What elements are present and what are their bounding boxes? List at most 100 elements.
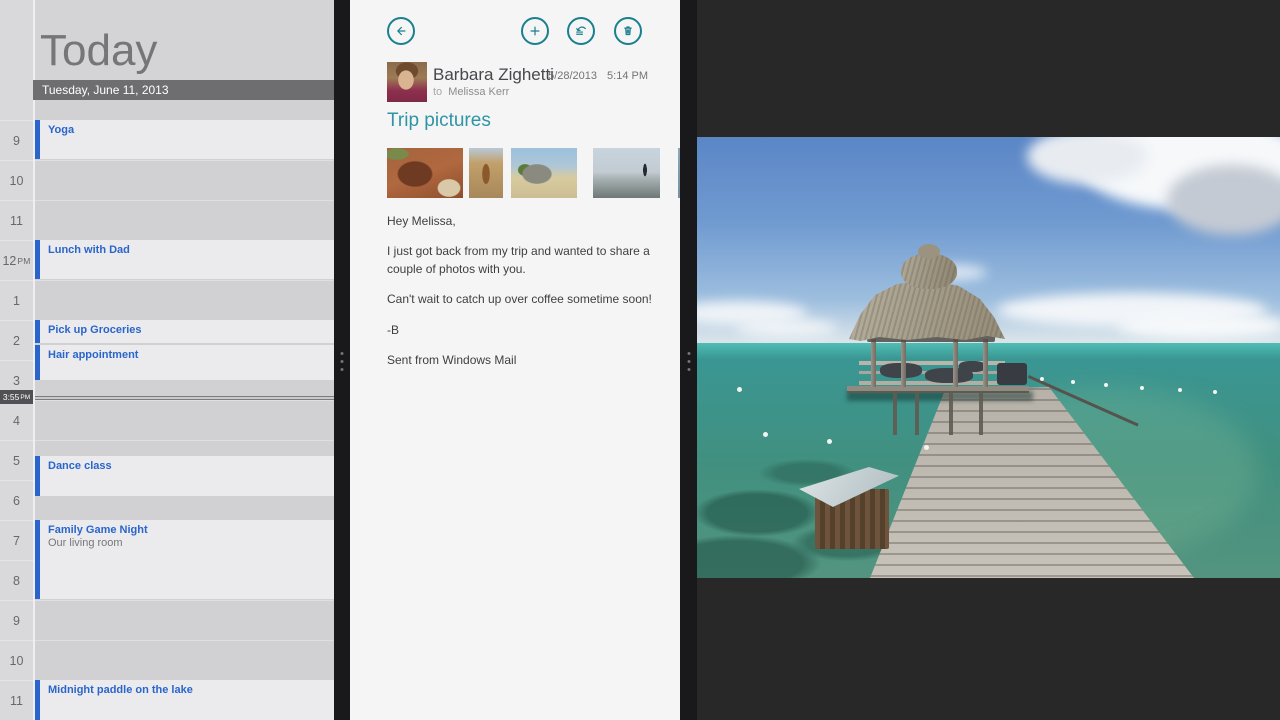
calendar-grid: 9101112PM1234567891011YogaLunch with Dad… <box>0 100 334 720</box>
back-arrow-icon <box>391 21 411 41</box>
photo-buoy <box>1040 377 1044 381</box>
photo-hut-post <box>953 339 958 387</box>
body-paragraph: Hey Melissa, <box>387 213 659 230</box>
photo-hut-post <box>983 339 988 387</box>
photo-buoy <box>763 432 768 437</box>
photos-app-panel <box>697 0 1280 720</box>
event-title: Hair appointment <box>48 349 334 361</box>
half-hour-row <box>0 100 334 120</box>
message-time: 5:14 PM <box>607 70 648 82</box>
snap-divider-right[interactable] <box>680 0 697 720</box>
calendar-event[interactable]: Yoga <box>35 120 334 159</box>
photo-buoy <box>924 445 929 450</box>
cloud <box>1117 313 1280 339</box>
attachment-thumbnail-giraffe-photo[interactable] <box>469 148 503 198</box>
plus-icon <box>525 21 545 41</box>
photo-buoy <box>827 439 832 444</box>
event-title: Yoga <box>48 124 334 136</box>
grid-cell[interactable] <box>35 280 334 320</box>
hour-label: 9 <box>0 120 33 160</box>
hour-row: 9 <box>0 600 334 640</box>
attachments-row <box>387 148 680 198</box>
hour-label: 10 <box>0 640 33 680</box>
grid-cell[interactable] <box>35 400 334 440</box>
hour-row: 10 <box>0 160 334 200</box>
hour-label: 2 <box>0 320 33 360</box>
trash-icon <box>618 21 638 41</box>
hour-label: 4 <box>0 400 33 440</box>
grid-cell[interactable] <box>35 640 334 680</box>
snap-divider-left[interactable] <box>334 0 350 720</box>
photo-hut-post <box>871 339 876 387</box>
attachment-thumbnail-calm-beach-photo[interactable] <box>593 148 660 198</box>
attachment-thumbnail-elephant-photo[interactable] <box>387 148 463 198</box>
body-paragraph: I just got back from my trip and wanted … <box>387 243 659 278</box>
calendar-event[interactable]: Family Game NightOur living room <box>35 520 334 599</box>
photo-hut-post <box>901 339 906 387</box>
hour-label: 9 <box>0 600 33 640</box>
message-date: 5/28/2013 <box>548 70 597 82</box>
photo-piling <box>979 393 983 435</box>
photo-piling <box>949 393 953 435</box>
respond-button[interactable] <box>567 17 595 45</box>
hour-label: 8 <box>0 560 33 600</box>
delete-button[interactable] <box>614 17 642 45</box>
message-timestamp: 5/28/2013 5:14 PM <box>548 70 648 82</box>
grid-cell[interactable] <box>35 100 334 120</box>
event-title: Midnight paddle on the lake <box>48 684 334 696</box>
grid-cell[interactable] <box>35 600 334 640</box>
grid-cell[interactable] <box>35 160 334 200</box>
body-paragraph: -B <box>387 322 659 339</box>
event-title: Lunch with Dad <box>48 244 334 256</box>
sender-name: Barbara Zighetti <box>433 65 554 85</box>
snap-divider-grip-icon[interactable] <box>341 352 344 371</box>
hour-row: 10 <box>0 640 334 680</box>
cloud <box>737 319 837 337</box>
photo-hut-furniture <box>959 361 985 372</box>
calendar-event[interactable]: Lunch with Dad <box>35 240 334 279</box>
attachment-thumbnail-beached-boat-photo[interactable] <box>511 148 577 198</box>
photo-buoy <box>1178 388 1182 392</box>
calendar-event[interactable]: Hair appointment <box>35 345 334 380</box>
hour-label: 7 <box>0 520 33 560</box>
photo-pier-palapa[interactable] <box>697 137 1280 578</box>
photo-roof-knob-top <box>918 244 940 259</box>
message-body: Hey Melissa, I just got back from my trip… <box>387 213 659 382</box>
hour-label: 11 <box>0 680 33 720</box>
photo-piling <box>893 393 897 435</box>
hour-row: 1 <box>0 280 334 320</box>
to-label: to <box>433 86 442 98</box>
body-paragraph: Sent from Windows Mail <box>387 352 659 369</box>
hour-label: 1 <box>0 280 33 320</box>
photo-buoy <box>1104 383 1108 387</box>
calendar-event[interactable]: Pick up Groceries <box>35 320 334 343</box>
hour-row: 11 <box>0 200 334 240</box>
calendar-date-bar: Tuesday, June 11, 2013 <box>33 80 334 100</box>
windows8-snapped-desktop: Today Tuesday, June 11, 2013 9101112PM12… <box>0 0 1280 720</box>
hour-row: 4 <box>0 400 334 440</box>
calendar-event[interactable]: Dance class <box>35 456 334 496</box>
recipient-line: to Melissa Kerr <box>433 86 509 98</box>
photo-piling <box>915 393 919 435</box>
event-location: Our living room <box>48 537 334 549</box>
photo-buoy <box>1140 386 1144 390</box>
calendar-view-title: Today <box>40 26 157 76</box>
grid-cell[interactable] <box>35 200 334 240</box>
hour-label: 11 <box>0 200 33 240</box>
photo-buoy <box>737 387 742 392</box>
reply-icon <box>571 21 591 41</box>
sender-avatar <box>387 62 427 102</box>
event-title: Pick up Groceries <box>48 324 334 336</box>
snap-divider-grip-icon[interactable] <box>687 352 690 371</box>
current-time-badge: 3:55PM <box>0 390 33 404</box>
photo-buoy <box>1071 380 1075 384</box>
hour-label: 5 <box>0 440 33 480</box>
recipient-name: Melissa Kerr <box>448 86 509 98</box>
event-title: Family Game Night <box>48 524 334 536</box>
current-time-line <box>35 396 334 400</box>
hour-label: 12PM <box>0 240 33 280</box>
calendar-event[interactable]: Midnight paddle on the lake <box>35 680 334 720</box>
new-mail-button[interactable] <box>521 17 549 45</box>
back-button[interactable] <box>387 17 415 45</box>
calendar-app-panel: Today Tuesday, June 11, 2013 9101112PM12… <box>0 0 334 720</box>
